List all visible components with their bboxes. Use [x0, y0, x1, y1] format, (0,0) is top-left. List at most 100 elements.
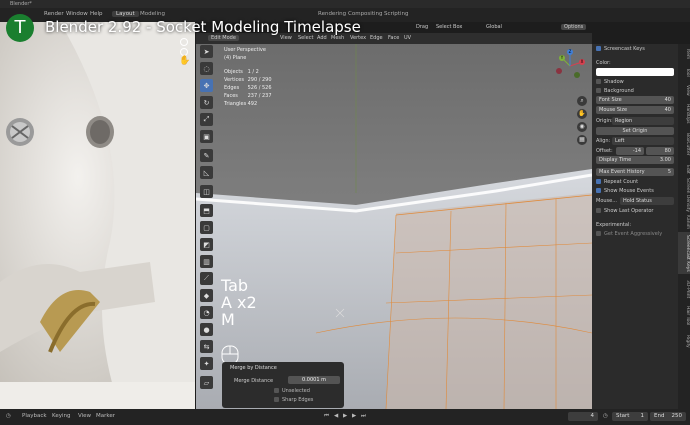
max-history-field[interactable]: Max Event History 5 [596, 168, 674, 176]
tab-edit[interactable]: Edit [678, 162, 690, 176]
start-frame-field[interactable]: Start 1 [612, 412, 648, 421]
transform-tool-icon[interactable]: ▣ [200, 130, 213, 143]
tab-rigify[interactable]: Rigify [678, 332, 690, 350]
extrude-tool-icon[interactable]: ⬒ [200, 204, 213, 217]
set-origin-button[interactable]: Set Origin [596, 127, 674, 135]
smooth-tool-icon[interactable]: ● [200, 323, 213, 336]
jump-start-icon[interactable]: ⏮ [324, 413, 329, 420]
tab-tool[interactable]: Tool [678, 64, 690, 80]
gizmo-z-axis[interactable]: Z [567, 49, 573, 55]
inset-tool-icon[interactable]: ▢ [200, 221, 213, 234]
tab-layout[interactable]: Layout [112, 11, 139, 17]
editor-type-icon[interactable]: ◷ [6, 413, 11, 419]
next-keyframe-icon[interactable]: ▶ [352, 413, 356, 419]
add-cube-icon[interactable]: ◫ [200, 185, 213, 198]
repeat-count-checkbox[interactable]: Repeat Count [596, 179, 638, 185]
tab-compositing[interactable]: Compositing [348, 11, 382, 17]
background-checkbox[interactable]: Background [596, 88, 634, 94]
current-frame-field[interactable]: 4 [568, 412, 598, 421]
tab-screen-density[interactable]: Screen Density [678, 178, 690, 212]
poly-build-icon[interactable]: ◆ [200, 289, 213, 302]
play-icon[interactable]: ▶ [343, 413, 347, 419]
spin-tool-icon[interactable]: ◔ [200, 306, 213, 319]
transform-orientation-dropdown[interactable]: Global [486, 24, 502, 30]
display-time-field[interactable]: Display Time 3.00 [596, 156, 674, 164]
end-frame-field[interactable]: End 250 [650, 412, 686, 421]
menu-uv[interactable]: UV [404, 35, 411, 41]
gizmo-y-axis[interactable]: Y [559, 55, 565, 61]
knife-tool-icon[interactable]: ⟋ [200, 272, 213, 285]
shear-tool-icon[interactable]: ▱ [200, 376, 213, 389]
tab-screencast-keys[interactable]: Screencast Keys [678, 232, 690, 274]
tab-modeling[interactable]: Modeling [140, 11, 165, 17]
align-dropdown[interactable]: Left [612, 137, 674, 145]
camera-view-icon[interactable]: ◉ [577, 122, 587, 132]
tab-rendering[interactable]: Rendering [318, 11, 346, 17]
tab-3d-print[interactable]: 3D-Print [678, 278, 690, 300]
ortho-grid-icon[interactable]: ▦ [577, 135, 587, 145]
unselected-checkbox[interactable]: Unselected [274, 388, 310, 394]
bevel-tool-icon[interactable]: ◩ [200, 238, 213, 251]
select-box-dropdown[interactable]: Select Box [436, 24, 462, 30]
jump-end-icon[interactable]: ⏭ [361, 413, 366, 420]
sharp-edges-checkbox[interactable]: Sharp Edges [274, 397, 313, 403]
navigation-gizmo[interactable]: X Y Z [552, 48, 588, 84]
shadow-checkbox[interactable]: Shadow [596, 79, 624, 85]
rotate-tool-icon[interactable]: ↻ [200, 96, 213, 109]
show-last-operator-checkbox[interactable]: Show Last Operator [596, 208, 653, 214]
gizmo-neg-x[interactable] [556, 68, 562, 74]
move-tool-icon[interactable]: ✥ [200, 79, 213, 92]
zoom-in-icon[interactable] [180, 38, 188, 46]
tab-view[interactable]: View [678, 82, 690, 98]
menu-keying[interactable]: Keying [52, 413, 70, 419]
menu-view-timeline[interactable]: View [78, 413, 91, 419]
mouse-status-dropdown[interactable]: Hold Status [620, 197, 674, 205]
origin-dropdown[interactable]: Region [612, 117, 674, 125]
offset-x-field[interactable]: -14 [616, 147, 644, 155]
color-swatch[interactable] [596, 68, 674, 76]
select-circle-icon[interactable]: ◌ [200, 62, 213, 75]
loop-cut-icon[interactable]: ▥ [200, 255, 213, 268]
reference-image-editor[interactable]: ✋ [0, 22, 195, 409]
font-size-field[interactable]: Font Size 40 [596, 96, 674, 104]
video-title[interactable]: Blender 2.92 - Socket Modeling Timelapse [45, 18, 361, 36]
pan-hand-icon[interactable]: ✋ [577, 109, 587, 119]
merge-by-distance-panel[interactable]: Merge by Distance Merge Distance 0.0001 … [222, 362, 344, 408]
zoom-out-icon[interactable] [180, 48, 188, 56]
tab-kanim[interactable]: Kanim [678, 214, 690, 230]
menu-window[interactable]: Window [66, 11, 88, 17]
offset-y-field[interactable]: 80 [646, 147, 674, 155]
tweak-tool-icon[interactable]: ➤ [200, 45, 213, 58]
pan-hand-icon[interactable]: ✋ [179, 56, 190, 66]
tab-scripting[interactable]: Scripting [384, 11, 408, 17]
channel-avatar[interactable]: T [6, 14, 34, 42]
stat-value: 237 / 237 [247, 93, 272, 99]
tab-item[interactable]: Item [678, 46, 690, 62]
zoom-icon[interactable]: ⌕ [577, 96, 587, 106]
mouse-size-field[interactable]: Mouse Size 40 [596, 106, 674, 114]
operator-title[interactable]: Merge by Distance [230, 365, 277, 371]
panel-header[interactable]: Screencast Keys [596, 46, 645, 52]
tab-hardops[interactable]: HardOps [678, 102, 690, 126]
annotate-tool-icon[interactable]: ✎ [200, 149, 213, 162]
menu-render[interactable]: Render [44, 11, 64, 17]
menu-playback[interactable]: Playback [22, 413, 47, 419]
get-event-aggressively-checkbox[interactable]: Get Event Aggressively [596, 231, 662, 237]
shrink-fatten-icon[interactable]: ✦ [200, 357, 213, 370]
menu-edge[interactable]: Edge [370, 35, 383, 41]
show-mouse-events-checkbox[interactable]: Show Mouse Events [596, 188, 654, 194]
gizmo-x-axis[interactable]: X [579, 59, 585, 65]
measure-tool-icon[interactable]: ◺ [200, 166, 213, 179]
clock-icon[interactable]: ◷ [603, 413, 608, 419]
prev-keyframe-icon[interactable]: ◀ [334, 413, 338, 419]
merge-distance-field[interactable]: 0.0001 m [288, 376, 340, 384]
options-dropdown[interactable]: Options [561, 24, 587, 30]
edge-slide-icon[interactable]: ⇆ [200, 340, 213, 353]
tab-boxcutter[interactable]: BoxCutter [678, 130, 690, 158]
scale-tool-icon[interactable]: ⤢ [200, 113, 213, 126]
gizmo-neg-y[interactable] [574, 72, 580, 78]
menu-face[interactable]: Face [388, 35, 399, 41]
menu-marker[interactable]: Marker [96, 413, 115, 419]
tab-hair-tool[interactable]: Hair Tool [678, 304, 690, 328]
menu-help[interactable]: Help [90, 11, 103, 17]
